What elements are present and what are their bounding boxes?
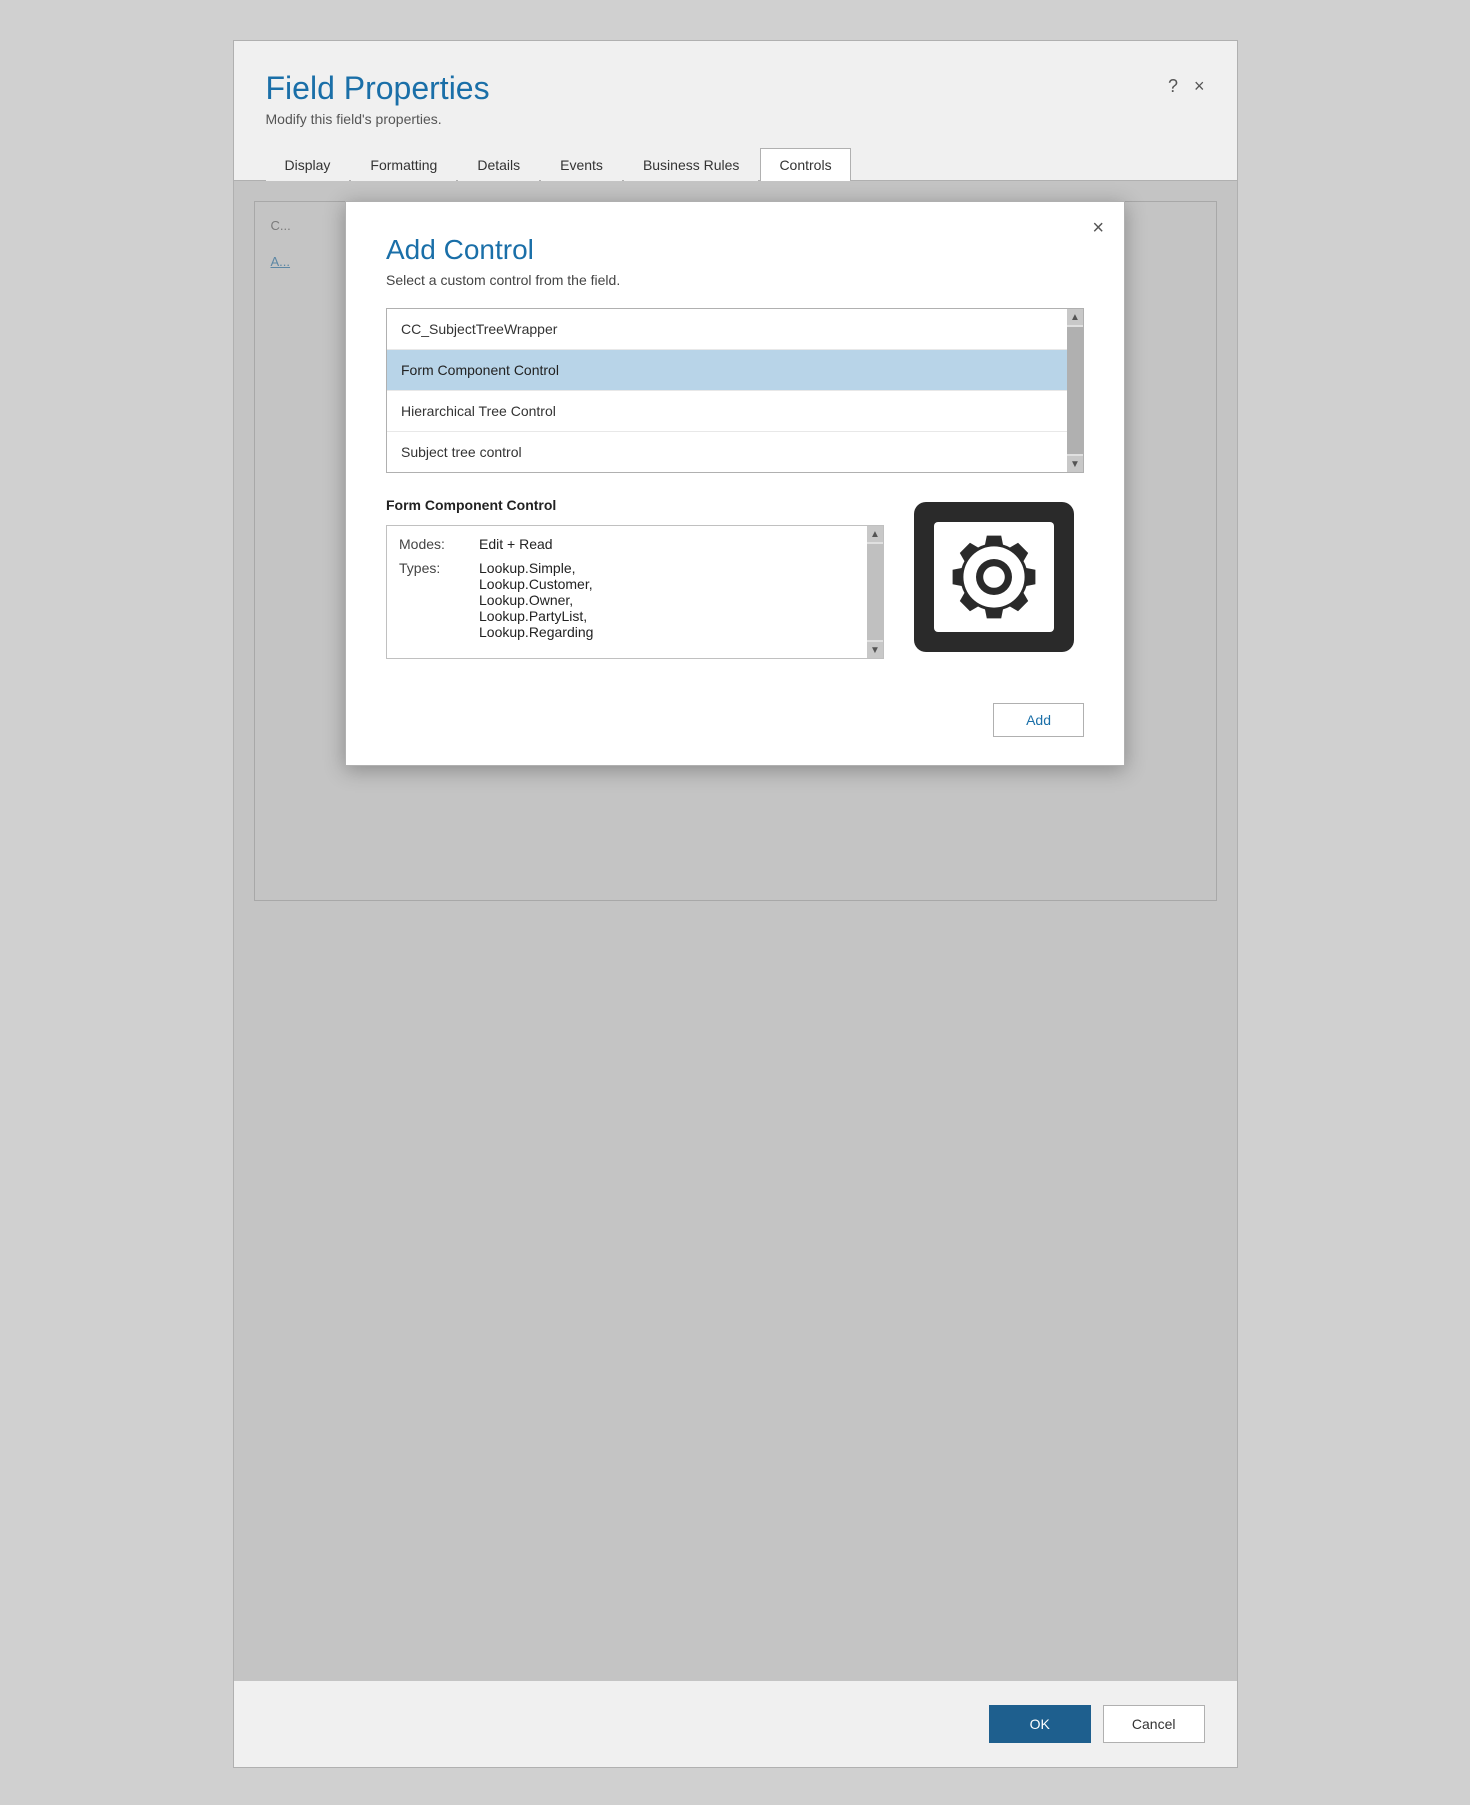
window-subtitle: Modify this field's properties. [266,111,490,127]
detail-section: Form Component Control Modes: Edit + Rea… [386,497,1084,659]
modal-overlay: × Add Control Select a custom control fr… [234,181,1237,1681]
modal-description: Select a custom control from the field. [386,272,1084,288]
window-header: Field Properties Modify this field's pro… [234,41,1237,139]
modes-value: Edit + Read [479,536,553,552]
bottom-bar: OK Cancel [234,1681,1237,1767]
tabs-bar: Display Formatting Details Events Busine… [234,147,1237,181]
detail-types-row: Types: Lookup.Simple, Lookup.Customer, L… [399,560,855,640]
tab-events[interactable]: Events [541,148,622,181]
modal-close-button[interactable]: × [1092,218,1104,238]
device-icon [914,502,1074,652]
detail-modes-row: Modes: Edit + Read [399,536,855,552]
modal-body: Add Control Select a custom control from… [346,202,1124,687]
window-title: Field Properties [266,69,490,107]
list-item-cc-subject[interactable]: CC_SubjectTreeWrapper [387,309,1083,350]
list-item-subject-tree[interactable]: Subject tree control [387,432,1083,472]
help-button[interactable]: ? [1168,77,1178,95]
scrollbar-thumb[interactable] [1067,327,1083,454]
control-icon-area [904,497,1084,657]
add-button[interactable]: Add [993,703,1084,737]
detail-left: Form Component Control Modes: Edit + Rea… [386,497,884,659]
gear-icon [949,532,1039,622]
content-area: C... A... × Add Control Select a custom … [234,181,1237,1681]
add-control-modal: × Add Control Select a custom control fr… [345,201,1125,766]
scrollbar-up-arrow[interactable]: ▲ [1067,309,1083,325]
window-controls: ? × [1168,77,1205,95]
tab-controls[interactable]: Controls [760,148,850,181]
tab-display[interactable]: Display [266,148,350,181]
tab-business-rules[interactable]: Business Rules [624,148,759,181]
types-label: Types: [399,560,479,576]
control-list: CC_SubjectTreeWrapper Form Component Con… [387,309,1083,472]
detail-scrollbar-up[interactable]: ▲ [867,526,883,542]
device-inner [934,522,1054,632]
ok-button[interactable]: OK [989,1705,1091,1743]
detail-scrollbar-thumb[interactable] [867,544,883,640]
field-properties-window: Field Properties Modify this field's pro… [233,40,1238,1768]
detail-scroll-container: Modes: Edit + Read Types: Lookup.Simple,… [386,525,884,659]
types-value: Lookup.Simple, Lookup.Customer, Lookup.O… [479,560,593,640]
list-item-hierarchical[interactable]: Hierarchical Tree Control [387,391,1083,432]
tab-details[interactable]: Details [458,148,539,181]
modes-label: Modes: [399,536,479,552]
detail-scrollbar-down[interactable]: ▼ [867,642,883,658]
modal-title: Add Control [386,234,1084,266]
control-list-container: CC_SubjectTreeWrapper Form Component Con… [386,308,1084,473]
detail-scrollbar: ▲ ▼ [867,526,883,658]
scrollbar-down-arrow[interactable]: ▼ [1067,456,1083,472]
detail-scroll-inner: Modes: Edit + Read Types: Lookup.Simple,… [387,526,867,658]
list-item-form-component[interactable]: Form Component Control [387,350,1083,391]
list-scrollbar: ▲ ▼ [1067,309,1083,472]
detail-control-name: Form Component Control [386,497,884,513]
cancel-button[interactable]: Cancel [1103,1705,1205,1743]
tab-formatting[interactable]: Formatting [351,148,456,181]
title-area: Field Properties Modify this field's pro… [266,69,490,127]
modal-footer: Add [346,687,1124,765]
window-close-button[interactable]: × [1194,77,1205,95]
